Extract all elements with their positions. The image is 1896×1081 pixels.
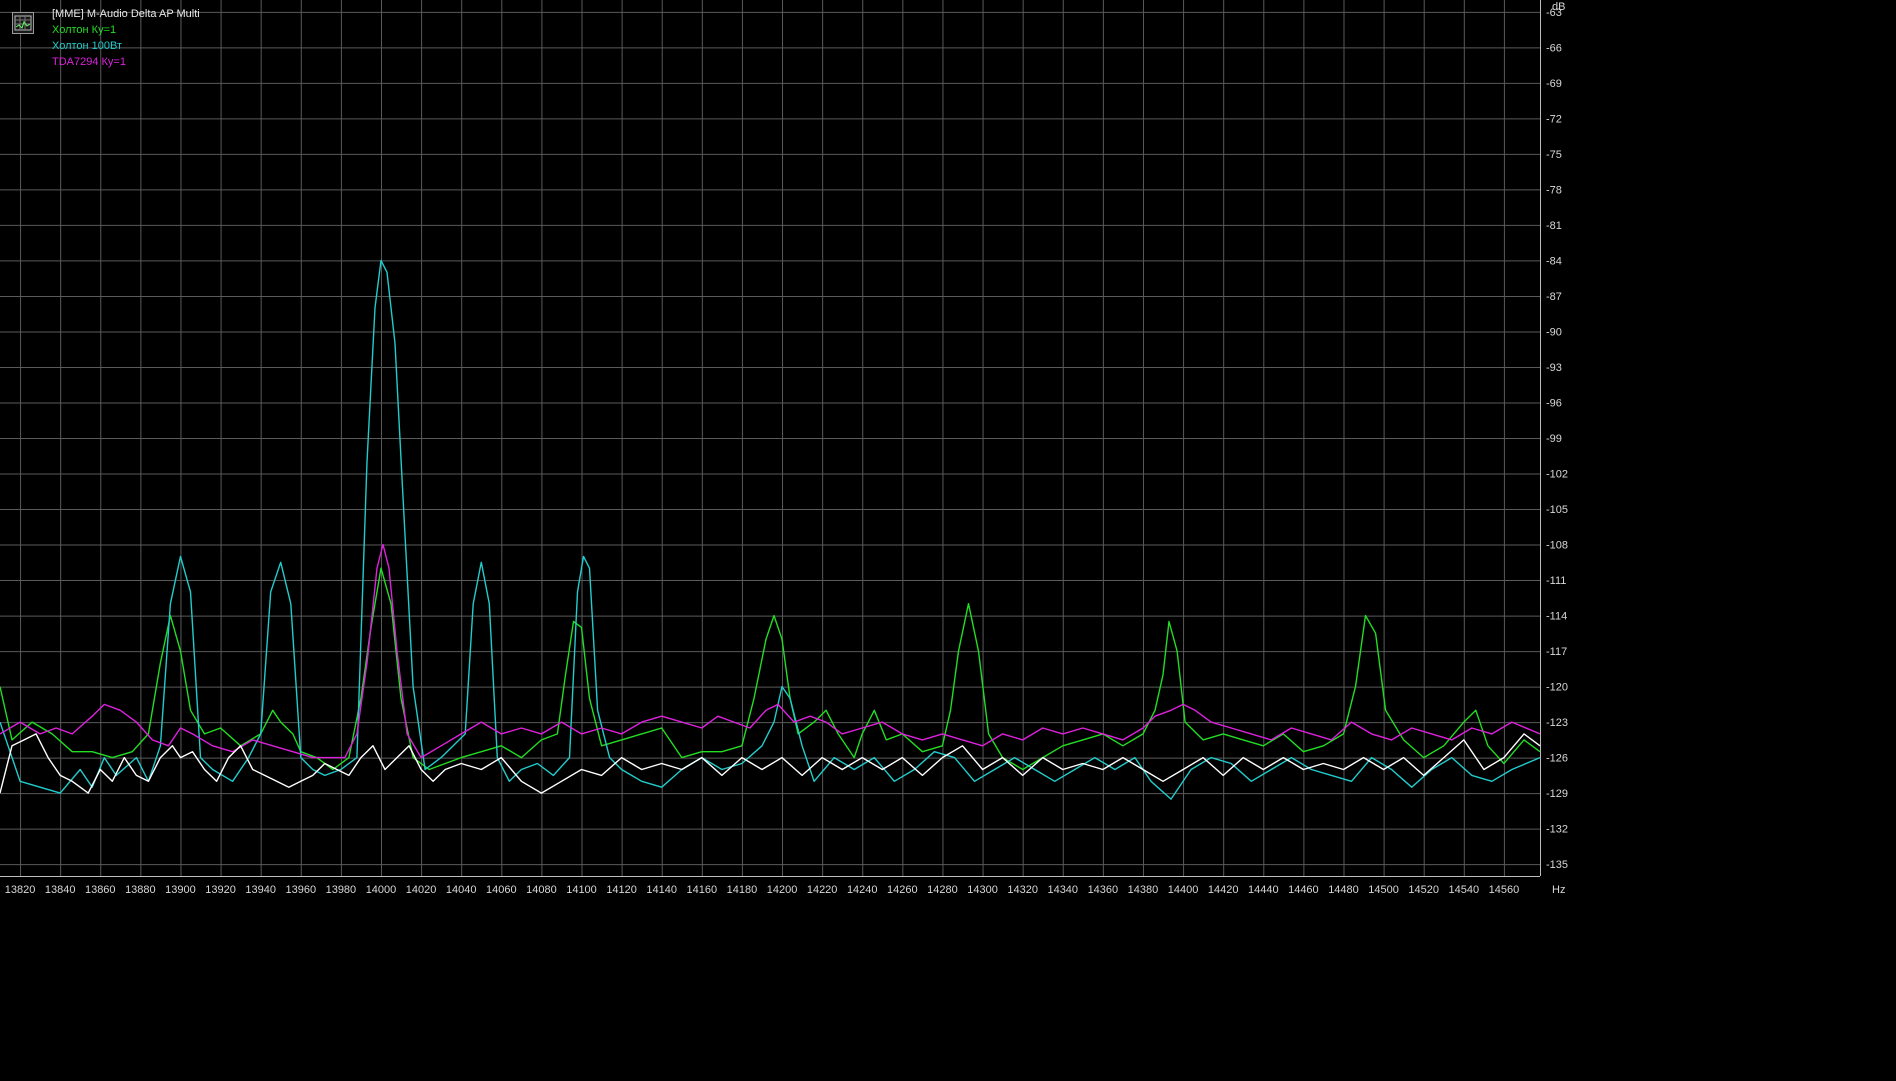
- y-tick-label: -90: [1546, 326, 1562, 338]
- x-unit-label: Hz: [1552, 884, 1565, 896]
- x-tick-label: 14200: [767, 884, 798, 896]
- y-tick-label: -117: [1546, 646, 1567, 658]
- y-tick-label: -81: [1546, 220, 1562, 232]
- x-tick-label: 13880: [125, 884, 156, 896]
- y-tick-label: -132: [1546, 824, 1568, 836]
- x-tick-label: 13960: [285, 884, 316, 896]
- legend-item-tda7294: TDA7294 Ку=1: [52, 56, 126, 68]
- y-tick-label: -93: [1546, 362, 1562, 374]
- x-tick-label: 14500: [1368, 884, 1399, 896]
- x-tick-label: 14040: [446, 884, 477, 896]
- y-tick-label: -72: [1546, 113, 1562, 125]
- x-tick-label: 14220: [807, 884, 838, 896]
- x-tick-label: 14560: [1489, 884, 1520, 896]
- x-tick-label: 13980: [326, 884, 357, 896]
- device-label: [MME] M-Audio Delta AP Multi: [52, 8, 200, 20]
- y-unit-label: dB: [1552, 1, 1565, 13]
- y-tick-label: -114: [1546, 611, 1567, 623]
- y-tick-label: -78: [1546, 184, 1562, 196]
- y-tick-label: -66: [1546, 42, 1562, 54]
- y-tick-label: -126: [1546, 753, 1568, 765]
- x-tick-label: 13940: [245, 884, 276, 896]
- y-tick-label: -108: [1546, 540, 1568, 552]
- x-tick-label: 13820: [5, 884, 36, 896]
- x-tick-label: 14180: [727, 884, 758, 896]
- y-tick-label: -120: [1546, 682, 1568, 694]
- x-tick-label: 14080: [526, 884, 557, 896]
- x-tick-label: 14420: [1208, 884, 1239, 896]
- y-tick-label: -69: [1546, 78, 1562, 90]
- x-tick-label: 14440: [1248, 884, 1279, 896]
- x-tick-label: 14120: [606, 884, 637, 896]
- x-tick-label: 14480: [1328, 884, 1359, 896]
- x-tick-label: 14160: [687, 884, 718, 896]
- x-tick-label: 14520: [1408, 884, 1439, 896]
- x-tick-label: 14060: [486, 884, 517, 896]
- x-tick-label: 13840: [45, 884, 76, 896]
- x-tick-label: 14320: [1007, 884, 1038, 896]
- x-tick-label: 13860: [85, 884, 116, 896]
- spectrum-analyzer-icon[interactable]: [12, 12, 34, 34]
- x-tick-label: 14240: [847, 884, 878, 896]
- legend-item-holton-ku1: Холтон Ку=1: [52, 24, 117, 36]
- y-tick-label: -135: [1546, 859, 1568, 871]
- x-tick-label: 14340: [1047, 884, 1078, 896]
- x-tick-label: 13920: [205, 884, 236, 896]
- y-tick-label: -102: [1546, 469, 1568, 481]
- x-tick-label: 14140: [646, 884, 677, 896]
- y-tick-label: -87: [1546, 291, 1562, 303]
- y-tick-label: -123: [1546, 717, 1568, 729]
- x-tick-label: 14280: [927, 884, 958, 896]
- y-tick-label: -75: [1546, 149, 1562, 161]
- x-tick-label: 14460: [1288, 884, 1319, 896]
- x-tick-label: 14100: [566, 884, 597, 896]
- y-tick-label: -111: [1546, 575, 1566, 587]
- chart-canvas: 13820 13840 13860 13880 13900 13920 13940 13960…: [0, 0, 1896, 1081]
- x-tick-label: 14360: [1088, 884, 1119, 896]
- y-tick-label: -96: [1546, 397, 1562, 409]
- x-tick-label: 14000: [366, 884, 397, 896]
- chart-background: [0, 0, 1896, 1081]
- x-tick-label: 14300: [967, 884, 998, 896]
- y-tick-label: -105: [1546, 504, 1568, 516]
- y-tick-label: -129: [1546, 788, 1568, 800]
- chart-legend: [MME] M-Audio Delta AP Multi Холтон Ку=1…: [52, 6, 200, 70]
- x-tick-label: 14540: [1449, 884, 1480, 896]
- y-tick-label: -84: [1546, 255, 1562, 267]
- x-tick-label: 14260: [887, 884, 918, 896]
- legend-item-holton-100w: Холтон 100Вт: [52, 40, 123, 52]
- x-tick-label: 14020: [406, 884, 437, 896]
- x-tick-label: 14400: [1168, 884, 1199, 896]
- spectrum-chart[interactable]: 13820 13840 13860 13880 13900 13920 13940 13960…: [0, 0, 1896, 1081]
- y-tick-label: -99: [1546, 433, 1562, 445]
- x-tick-label: 14380: [1128, 884, 1159, 896]
- x-tick-label: 13900: [165, 884, 196, 896]
